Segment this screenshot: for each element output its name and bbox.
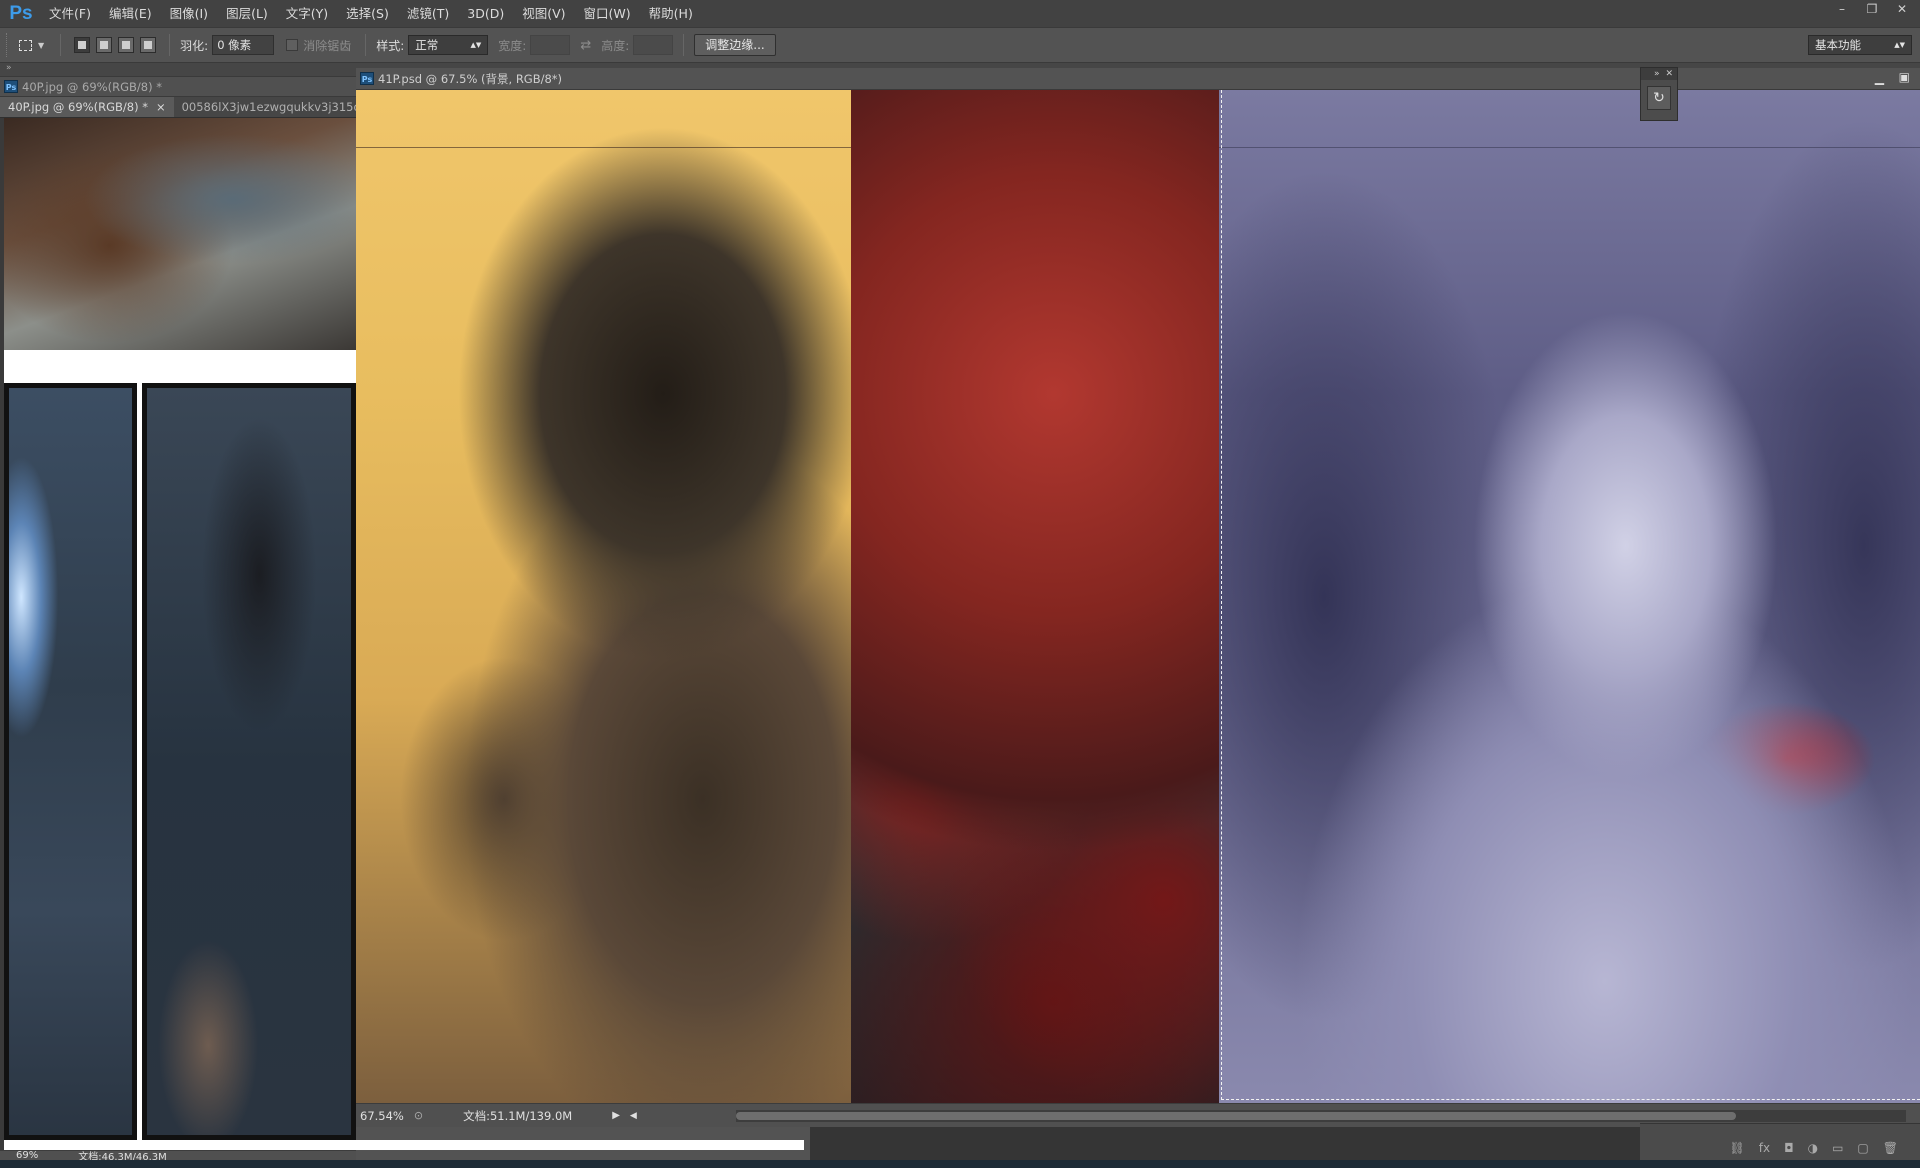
menu-3d[interactable]: 3D(D) — [458, 0, 513, 27]
menu-filter[interactable]: 滤镜(T) — [398, 0, 458, 27]
canvas-40p[interactable] — [4, 118, 356, 1140]
tab-00586[interactable]: 00586lX3jw1ezwgqukkv3j315o0 — [174, 97, 356, 117]
zoom-readout[interactable]: 67.54% — [360, 1109, 404, 1123]
fx-icon[interactable]: fx — [1759, 1141, 1770, 1155]
menu-file[interactable]: 文件(F) — [40, 0, 100, 27]
workspace-select[interactable]: 基本功能 ▲▼ — [1808, 35, 1912, 55]
panel-guide-line — [356, 147, 851, 148]
select-arrows-icon: ▲▼ — [1894, 41, 1905, 49]
adjustment-layer-icon[interactable]: ◑ — [1808, 1141, 1818, 1155]
collapse-icon[interactable]: » — [6, 63, 12, 73]
width-input[interactable] — [530, 35, 571, 55]
ps-document-icon: Ps — [360, 72, 374, 85]
document-title: 40P.jpg @ 69%(RGB/8) * — [22, 79, 162, 94]
minimize-button[interactable]: – — [1834, 1, 1850, 17]
horizontal-scrollbar[interactable] — [736, 1110, 1906, 1122]
menu-view[interactable]: 视图(V) — [513, 0, 574, 27]
intersect-selection-mode-icon[interactable] — [140, 37, 157, 53]
workspace-select-value: 基本功能 — [1815, 38, 1861, 52]
doc-info-icon[interactable]: ⊙ — [414, 1109, 423, 1122]
expand-panel-icon[interactable]: » — [1654, 68, 1660, 80]
style-select[interactable]: 正常 ▲▼ — [408, 35, 489, 55]
layers-panel-footer: ⛓ fx ◘ ◑ ▭ ▢ 🗑 — [1640, 1123, 1920, 1161]
comic-panel-right-image — [142, 383, 356, 1140]
divider — [365, 34, 367, 56]
height-label: 高度: — [601, 38, 630, 53]
restore-button[interactable]: ❐ — [1864, 1, 1880, 17]
new-group-icon[interactable]: ▭ — [1832, 1141, 1843, 1155]
swap-icon[interactable]: ⇄ — [580, 38, 591, 53]
tab-label: 00586lX3jw1ezwgqukkv3j315o0 — [181, 100, 356, 114]
tab-40p[interactable]: 40P.jpg @ 69%(RGB/8) * × — [0, 97, 174, 117]
width-label: 宽度: — [498, 38, 527, 53]
document-titlebar[interactable]: Ps 41P.psd @ 67.5% (背景, RGB/8*) ▁ ▣ — [356, 68, 1920, 90]
taskbar-strip — [0, 1160, 1920, 1168]
window-controls: – ❐ ✕ — [1834, 0, 1910, 18]
options-bar: ▼ 羽化: 0 像素 消除锯齿 样式: 正常 ▲▼ 宽度: ⇄ 高度: 调整边缘… — [0, 27, 1920, 63]
antialias-label: 消除锯齿 — [303, 38, 352, 53]
link-layers-icon[interactable]: ⛓ — [1730, 1141, 1745, 1155]
document-title: 41P.psd @ 67.5% (背景, RGB/8*) — [378, 71, 563, 86]
collapsed-panel: » ✕ ↻ — [1640, 67, 1678, 121]
red-orbs-panel-image — [851, 90, 1219, 1103]
layers-footer-icons: ⛓ fx ◘ ◑ ▭ ▢ 🗑 — [1730, 1141, 1898, 1155]
select-arrows-icon: ▲▼ — [470, 41, 482, 49]
subtract-selection-mode-icon[interactable] — [118, 37, 135, 53]
add-selection-mode-icon[interactable] — [96, 37, 113, 53]
tab-close-icon[interactable]: × — [156, 100, 166, 114]
menu-select[interactable]: 选择(S) — [337, 0, 398, 27]
tool-preset-caret-icon[interactable]: ▼ — [38, 41, 44, 50]
antialias-checkbox[interactable] — [286, 39, 299, 51]
scrollbar-thumb[interactable] — [736, 1112, 1736, 1120]
height-input[interactable] — [633, 35, 674, 55]
document-tab-bar: 40P.jpg @ 69%(RGB/8) * × 00586lX3jw1ezwgq… — [0, 97, 356, 118]
photoshop-logo: Ps — [9, 2, 33, 24]
close-panel-icon[interactable]: ✕ — [1665, 68, 1673, 80]
comic-panel-left-image — [4, 383, 137, 1140]
panel-header[interactable]: » ✕ — [1641, 68, 1677, 80]
divider — [683, 34, 685, 56]
doc-size-readout: 文档:51.1M/139.0M — [463, 1108, 573, 1123]
new-layer-icon[interactable]: ▢ — [1857, 1141, 1868, 1155]
menu-layer[interactable]: 图层(L) — [217, 0, 277, 27]
workspace-background — [810, 1127, 1640, 1160]
divider — [60, 34, 62, 56]
menu-help[interactable]: 帮助(H) — [640, 0, 702, 27]
new-selection-mode-icon[interactable] — [74, 37, 91, 53]
canvas-41p[interactable] — [356, 90, 1920, 1103]
menu-edit[interactable]: 编辑(E) — [100, 0, 161, 27]
minimize-doc-icon[interactable]: ▁ — [1875, 71, 1884, 85]
scroll-left-icon[interactable]: ◀ — [630, 1111, 637, 1121]
marquee-icon[interactable] — [14, 34, 36, 56]
comic-panel-top-image — [4, 118, 356, 350]
werewolf-panel-image — [356, 90, 851, 1103]
menu-type[interactable]: 文字(Y) — [277, 0, 337, 27]
status-bar-40p: 69% 文档:46.3M/46.3M — [0, 1150, 356, 1163]
feather-input[interactable]: 0 像素 — [212, 35, 275, 55]
delete-layer-icon[interactable]: 🗑 — [1883, 1141, 1898, 1155]
menu-window[interactable]: 窗口(W) — [575, 0, 640, 27]
selection-marquee[interactable] — [1221, 90, 1920, 1100]
document-titlebar[interactable]: Ps 40P.jpg @ 69%(RGB/8) * — [0, 77, 356, 97]
add-mask-icon[interactable]: ◘ — [1784, 1141, 1794, 1155]
style-label: 样式: — [376, 38, 405, 53]
document-window-40p: Ps 40P.jpg @ 69%(RGB/8) * 40P.jpg @ 69%(… — [0, 77, 804, 1163]
maximize-doc-icon[interactable]: ▣ — [1899, 70, 1910, 84]
style-select-value: 正常 — [415, 38, 439, 52]
close-button[interactable]: ✕ — [1894, 1, 1910, 17]
tab-label: 40P.jpg @ 69%(RGB/8) * — [8, 100, 148, 114]
divider — [169, 34, 171, 56]
document-window-41p: Ps 41P.psd @ 67.5% (背景, RGB/8*) ▁ ▣ 67.5… — [356, 68, 1920, 1127]
history-icon[interactable]: ↻ — [1647, 86, 1671, 110]
status-menu-arrow-icon[interactable]: ▶ — [612, 1110, 620, 1121]
feather-label: 羽化: — [180, 38, 209, 53]
refine-edge-button[interactable]: 调整边缘... — [694, 34, 776, 56]
ps-document-icon: Ps — [4, 80, 18, 93]
menu-image[interactable]: 图像(I) — [161, 0, 217, 27]
options-grip[interactable] — [6, 33, 10, 57]
menu-bar: Ps 文件(F) 编辑(E) 图像(I) 图层(L) 文字(Y) 选择(S) 滤… — [0, 0, 1920, 27]
